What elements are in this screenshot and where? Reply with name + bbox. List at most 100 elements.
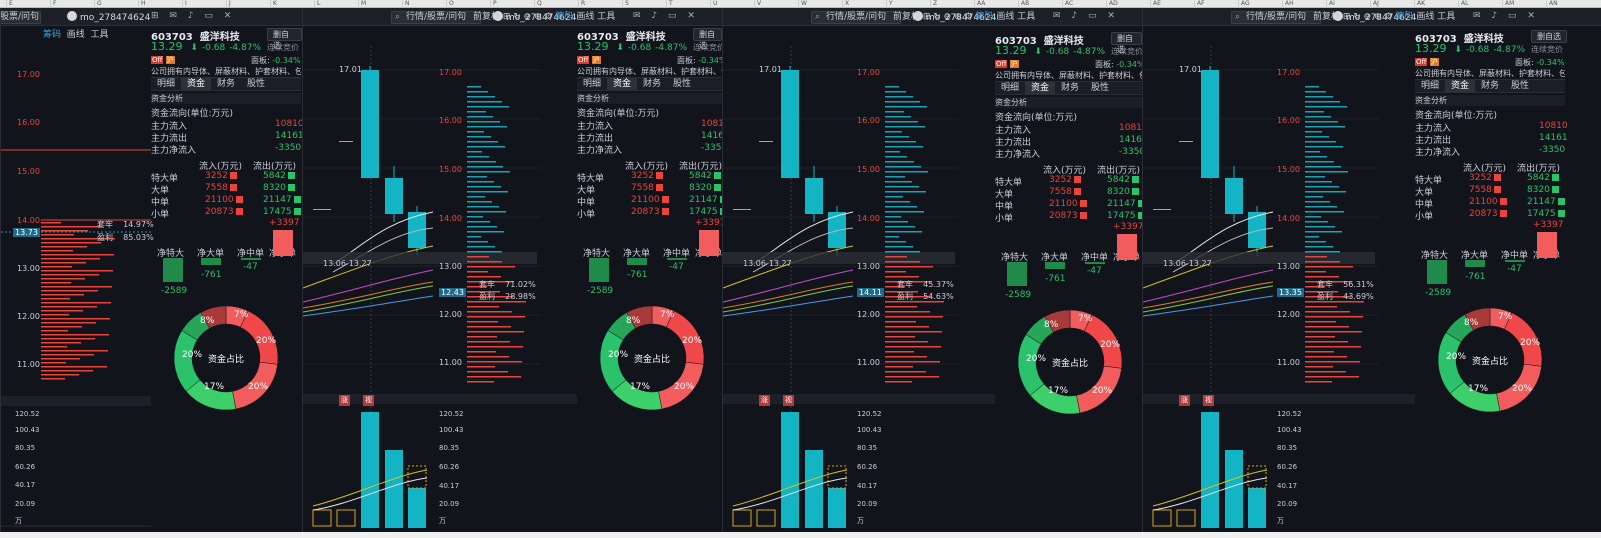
limit-badge[interactable]: 涨 [339, 395, 350, 406]
tab-stock-nature[interactable]: 股性 [667, 78, 697, 90]
vol-tick: 40.17 [439, 482, 460, 490]
column-header[interactable]: H [138, 0, 166, 8]
remove-watchlist-button[interactable]: 删自选 [267, 28, 302, 50]
column-header[interactable]: AH [1282, 0, 1310, 8]
order-outflow: 8320 [263, 183, 295, 193]
tab-fund[interactable]: 资金 [607, 78, 638, 90]
column-header[interactable]: AG [1238, 0, 1266, 8]
remove-watchlist-button[interactable]: 删自选 [1531, 30, 1567, 43]
fuquan-button[interactable]: 前复权 [893, 12, 920, 22]
net-bar [1007, 262, 1027, 286]
column-header[interactable]: X [842, 0, 870, 8]
column-header[interactable]: AN [1546, 0, 1574, 8]
donut-slice-label: 20% [248, 382, 269, 392]
tab-fund[interactable]: 资金 [1445, 80, 1476, 92]
tab-detail[interactable]: 明细 [995, 82, 1025, 94]
tab-tools[interactable]: 工具 [1437, 12, 1455, 22]
tab-stock-nature[interactable]: 股性 [241, 78, 271, 90]
column-header[interactable]: AI [1326, 0, 1354, 8]
net-bar [627, 258, 647, 265]
column-header[interactable]: AD [1106, 0, 1134, 8]
column-header[interactable]: M [358, 0, 386, 8]
column-header[interactable]: Y [886, 0, 914, 8]
column-header[interactable]: R [578, 0, 606, 8]
column-header[interactable]: S [622, 0, 650, 8]
column-header[interactable]: AB [1018, 0, 1046, 8]
view-badge[interactable]: 视 [363, 395, 374, 406]
column-header[interactable]: O [446, 0, 474, 8]
column-header[interactable]: F [50, 0, 78, 8]
price-tick: 11.00 [17, 360, 40, 369]
vol-tick: 100.43 [15, 426, 40, 434]
tab-fund[interactable]: 资金 [1025, 82, 1056, 94]
column-header[interactable]: AM [1502, 0, 1530, 8]
remove-watchlist-button[interactable]: 删自选 [693, 28, 722, 50]
remove-watchlist-button[interactable]: 删自选 [1111, 32, 1142, 54]
column-header[interactable]: AL [1458, 0, 1486, 8]
column-header[interactable]: AF [1194, 0, 1222, 8]
tab-finance[interactable]: 财务 [1055, 82, 1085, 94]
column-header[interactable]: E [6, 0, 34, 8]
limit-badge[interactable]: 涨 [1179, 395, 1190, 406]
tab-draw[interactable]: 画线 [1416, 12, 1434, 22]
tab-finance[interactable]: 财务 [637, 78, 667, 90]
tab-fund[interactable]: 资金 [181, 78, 212, 90]
search-input[interactable]: ⌕ 行情/股票/问句 [1231, 11, 1321, 24]
fund-row-label: 主力净流入 [995, 150, 1041, 160]
volume-bar [385, 450, 403, 528]
tab-stock-nature[interactable]: 股性 [1505, 80, 1535, 92]
search-input[interactable]: ⌕ 行情/股票/问句 [391, 11, 481, 24]
user-account[interactable]: mo_278474624 [67, 11, 150, 24]
column-header[interactable]: P [490, 0, 518, 8]
column-header[interactable]: N [402, 0, 430, 8]
view-badge[interactable]: 视 [783, 395, 794, 406]
column-header[interactable]: Z [930, 0, 958, 8]
column-header[interactable]: AC [1062, 0, 1090, 8]
column-header[interactable]: L [314, 0, 342, 8]
column-header[interactable]: AJ [1370, 0, 1398, 8]
column-header[interactable]: Q [534, 0, 562, 8]
column-header[interactable]: K [270, 0, 298, 8]
price-tick: 12.00 [1277, 310, 1300, 319]
column-header[interactable]: W [798, 0, 826, 8]
window-controls[interactable]: ✉ ♪ ▭ ✕ [1473, 11, 1539, 21]
fund-row-value: 10810 [701, 119, 722, 129]
column-header[interactable]: V [754, 0, 782, 8]
tab-chip[interactable]: 筹码 [1395, 12, 1413, 22]
donut-slice-label: 17% [204, 382, 225, 392]
column-header[interactable]: I [182, 0, 210, 8]
tab-detail[interactable]: 明细 [1415, 80, 1445, 92]
vol-tick: 80.35 [15, 444, 36, 452]
search-input[interactable]: ⌕ 行情/股票/问句 [811, 11, 901, 24]
column-header[interactable]: G [94, 0, 122, 8]
column-header[interactable]: T [666, 0, 694, 8]
column-header[interactable]: AK [1414, 0, 1442, 8]
tab-tools[interactable]: 工具 [597, 12, 615, 22]
order-inflow: 7558 [205, 183, 237, 193]
tab-detail[interactable]: 明细 [577, 78, 607, 90]
limit-badge[interactable]: 涨 [759, 395, 770, 406]
search-input[interactable]: 股票/问句 [1, 11, 41, 24]
view-badge[interactable]: 视 [1203, 395, 1214, 406]
tab-draw[interactable]: 画线 [576, 12, 594, 22]
tab-tools[interactable]: 工具 [1017, 12, 1035, 22]
tab-finance[interactable]: 财务 [1475, 80, 1505, 92]
fuquan-button[interactable]: 前复权 [1313, 12, 1340, 22]
tab-detail[interactable]: 明细 [151, 78, 181, 90]
window-controls[interactable]: ✉ ♪ ▭ ✕ [633, 11, 699, 21]
window-controls[interactable]: ✉ ♪ ▭ ✕ [1053, 11, 1119, 21]
tab-draw[interactable]: 画线 [996, 12, 1014, 22]
column-header[interactable]: U [710, 0, 738, 8]
fuquan-button[interactable]: 前复权 [473, 12, 500, 22]
order-inflow: 7558 [1049, 187, 1081, 197]
column-header[interactable]: AE [1150, 0, 1178, 8]
window-controls[interactable]: ⊞ ✉ ♪ ▭ ✕ [151, 11, 235, 21]
column-header[interactable]: AA [974, 0, 1002, 8]
chip-distribution-chart[interactable]: 筹码 画线 工具 17.00 16.00 15.00 14.00 13.73 1… [1, 26, 154, 532]
tab-chip[interactable]: 筹码 [555, 12, 573, 22]
column-header[interactable]: J [226, 0, 254, 8]
fund-row-value: -3350 [1539, 145, 1566, 155]
tab-chip[interactable]: 筹码 [975, 12, 993, 22]
tab-stock-nature[interactable]: 股性 [1085, 82, 1115, 94]
tab-finance[interactable]: 财务 [211, 78, 241, 90]
